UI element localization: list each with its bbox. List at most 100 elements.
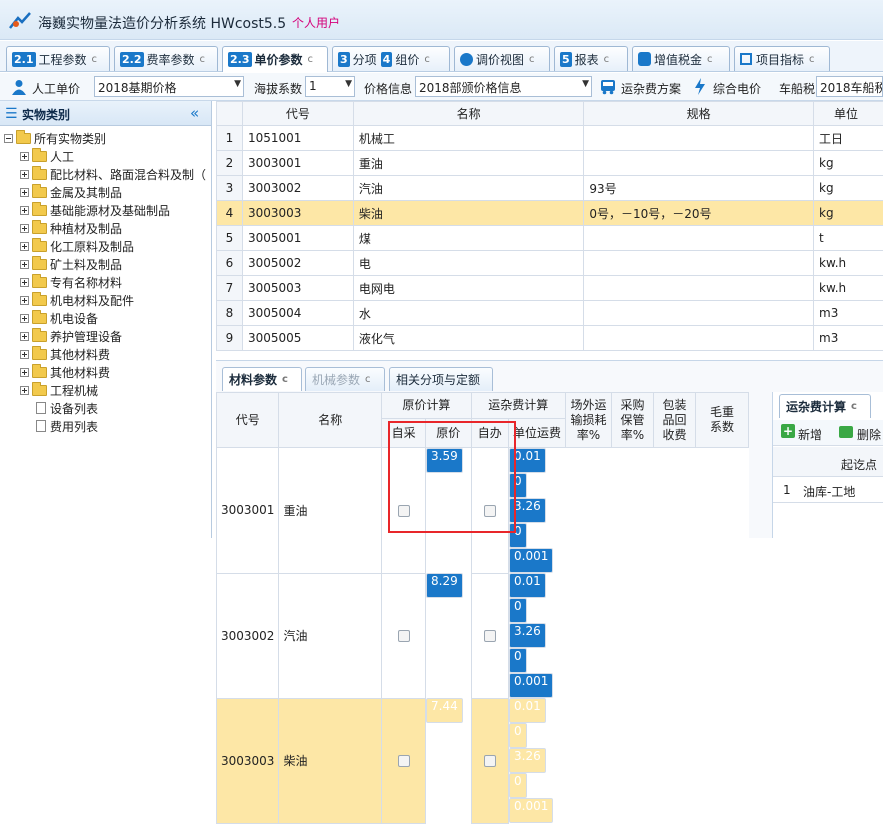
delete-button[interactable]: 删除 (857, 426, 881, 443)
list-icon (740, 53, 752, 65)
table-row[interactable]: 33003002汽油93号kg (217, 176, 883, 201)
pie-icon (460, 53, 473, 66)
price-info-select[interactable]: 2018部颁价格信息▼ (415, 76, 592, 97)
freight-toolbar: + 新增 删除 (773, 420, 883, 446)
composite-power-button[interactable]: 综合电价 (713, 80, 761, 97)
altitude-label: 海拔系数 (254, 80, 302, 97)
tree-item[interactable]: 机电设备 (20, 309, 98, 327)
tree-item[interactable]: 种植材及制品 (20, 219, 122, 237)
folder-icon (32, 169, 47, 180)
expand-icon[interactable] (20, 152, 29, 161)
freight-header-row: 起讫点 (773, 447, 883, 477)
table-row[interactable]: 11051001机械工工日 (217, 126, 883, 151)
expand-icon[interactable] (20, 386, 29, 395)
bottom-header-purchase: 采购保管率% (611, 393, 653, 448)
tree-item[interactable]: 金属及其制品 (20, 183, 122, 201)
collapse-icon[interactable] (4, 134, 13, 143)
expand-icon[interactable] (20, 170, 29, 179)
folder-icon (16, 133, 31, 144)
tree-doc-item[interactable]: 费用列表 (36, 417, 98, 435)
expand-icon[interactable] (20, 296, 29, 305)
category-panel: ☰ 实物类别 « 所有实物类别人工配比材料、路面混合料及制（金属及其制品基础能源… (0, 101, 212, 538)
expand-icon[interactable] (20, 224, 29, 233)
table-row[interactable]: 3003002汽油8.290.0103.2600.001 (217, 573, 749, 698)
vehicle-tax-select[interactable]: 2018车船税 (816, 76, 883, 97)
expand-icon[interactable] (20, 332, 29, 341)
tab-project-index[interactable]: 项目指标c (734, 46, 830, 71)
expand-icon[interactable] (20, 368, 29, 377)
tree-item[interactable]: 其他材料费 (20, 345, 110, 363)
freight-plan-button[interactable]: 运杂费方案 (621, 80, 681, 97)
document-icon (36, 420, 46, 432)
tree-item[interactable]: 人工 (20, 147, 74, 165)
col-header-unit[interactable]: 单位 (814, 102, 883, 126)
tree-item[interactable]: 机电材料及配件 (20, 291, 134, 309)
bottom-header-orig-price: 原价计算 (382, 393, 471, 419)
tree-item[interactable]: 其他材料费 (20, 363, 110, 381)
folder-icon (32, 223, 47, 234)
bottom-header-code: 代号 (217, 393, 279, 448)
grid-corner (217, 102, 243, 126)
user-tag: 个人用户 (292, 14, 340, 31)
folder-icon (32, 313, 47, 324)
tab-machine-params: 机械参数c (305, 367, 385, 391)
tab-price-view[interactable]: 调价视图c (454, 46, 550, 71)
tree-item[interactable]: 矿土料及制品 (20, 255, 122, 273)
expand-icon[interactable] (20, 260, 29, 269)
bottom-header-loss: 场外运输损耗率% (566, 393, 612, 448)
table-row[interactable]: 53005001煤t (217, 226, 883, 251)
expand-icon[interactable] (20, 242, 29, 251)
title-bar: 海巍实物量法造价分析系统 HWcost5.5 个人用户 (0, 0, 883, 40)
freight-row[interactable]: 1 油库-工地 (773, 478, 883, 503)
freight-calc-panel: 运杂费计算c + 新增 删除 起讫点 1 油库-工地 (772, 392, 883, 538)
self-purchase-checkbox[interactable] (398, 755, 410, 767)
labor-price-select[interactable]: 2018基期价格▼ (94, 76, 244, 97)
list-icon: ☰ (5, 106, 18, 122)
delete-icon (839, 426, 853, 438)
tab-related-items[interactable]: 相关分项与定额 (389, 367, 493, 391)
table-row[interactable]: 23003001重油kg (217, 151, 883, 176)
bottom-header-unit-freight: 单位运费 (509, 419, 566, 448)
tab-material-params[interactable]: 材料参数c (222, 367, 302, 391)
expand-icon[interactable] (20, 314, 29, 323)
table-row[interactable]: 83005004水m3 (217, 301, 883, 326)
tree-item[interactable]: 基础能源材及基础制品 (20, 201, 170, 219)
collapse-panel-icon[interactable]: « (190, 104, 199, 122)
self-purchase-checkbox[interactable] (398, 630, 410, 642)
folder-icon (32, 277, 47, 288)
vehicle-tax-label: 车船税 (779, 80, 815, 97)
tab-freight-calc[interactable]: 运杂费计算c (779, 394, 871, 418)
highlight-box (388, 421, 516, 533)
tree-root[interactable]: 所有实物类别 (4, 129, 106, 147)
tree-item[interactable]: 专有名称材料 (20, 273, 122, 291)
tree-item[interactable]: 配比材料、路面混合料及制（ (20, 165, 206, 183)
expand-icon[interactable] (20, 206, 29, 215)
altitude-select[interactable]: 1▼ (305, 76, 355, 97)
material-grid: 代号 名称 规格 单位 11051001机械工工日23003001重油kg330… (216, 101, 883, 356)
table-row[interactable]: 63005002电kw.h (217, 251, 883, 276)
tab-items-pricing[interactable]: 3分项4组价c (332, 46, 450, 71)
table-row[interactable]: 73005003电网电kw.h (217, 276, 883, 301)
expand-icon[interactable] (20, 350, 29, 359)
tab-rate-params[interactable]: 2.2费率参数c (114, 46, 218, 71)
table-row[interactable]: 3003003柴油7.440.0103.2600.001 (217, 698, 749, 823)
tab-vat[interactable]: 增值税金c (632, 46, 730, 71)
col-header-name[interactable]: 名称 (353, 102, 583, 126)
col-header-spec[interactable]: 规格 (584, 102, 814, 126)
self-run-checkbox[interactable] (484, 755, 496, 767)
col-header-code[interactable]: 代号 (242, 102, 353, 126)
table-row[interactable]: 93005005液化气m3 (217, 326, 883, 351)
expand-icon[interactable] (20, 278, 29, 287)
expand-icon[interactable] (20, 188, 29, 197)
add-button[interactable]: 新增 (798, 426, 822, 443)
tree-doc-item[interactable]: 设备列表 (36, 399, 98, 417)
tree-item[interactable]: 化工原料及制品 (20, 237, 134, 255)
col-header-route: 起讫点 (841, 456, 877, 473)
self-run-checkbox[interactable] (484, 630, 496, 642)
tree-item[interactable]: 工程机械 (20, 381, 98, 399)
table-row[interactable]: 43003003柴油0号，－10号，－20号kg (217, 201, 883, 226)
tab-unit-price-params[interactable]: 2.3单价参数c (222, 46, 328, 72)
tab-project-params[interactable]: 2.1工程参数c (6, 46, 110, 71)
tab-reports[interactable]: 5报表c (554, 46, 628, 71)
tree-item[interactable]: 养护管理设备 (20, 327, 122, 345)
